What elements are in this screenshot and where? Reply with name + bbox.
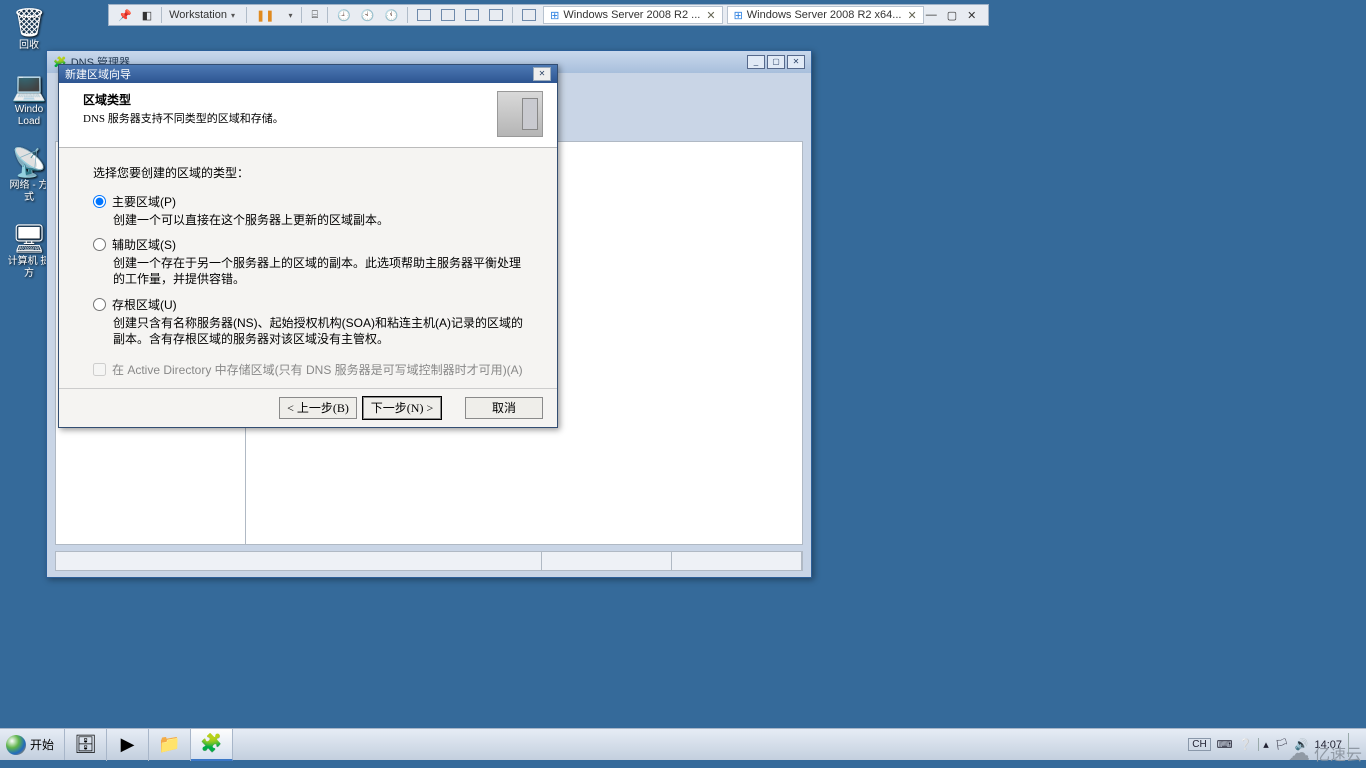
view-3-icon[interactable]: [461, 6, 483, 24]
vmware-toolbar: 📌 ◧ Workstation ❚❚ ⌸ 🕘 🕙 🕚 ⊞ Windows Ser…: [108, 4, 989, 26]
view-2-icon[interactable]: [437, 6, 459, 24]
power-dropdown[interactable]: [280, 6, 296, 24]
desktop-icon-label: 回收: [19, 40, 39, 52]
minimize-icon[interactable]: _: [747, 55, 765, 69]
wizard-header-subtitle: DNS 服务器支持不同类型的区域和存储。: [83, 113, 284, 125]
radio-label: 主要区域(P): [112, 193, 176, 210]
radio-stub-zone[interactable]: [93, 298, 106, 311]
radio-primary-zone[interactable]: [93, 195, 106, 208]
vm-tab-windows-icon: ⊞: [734, 9, 743, 22]
view-1-icon[interactable]: [413, 6, 435, 24]
cloud-icon: [1288, 740, 1310, 766]
watermark: 亿速云: [1288, 740, 1362, 766]
quick-launch: 🗄 ▶ 📁 🧩: [65, 729, 233, 760]
tray-keyboard-icon[interactable]: ⌨: [1217, 738, 1233, 751]
wizard-header: 区域类型 DNS 服务器支持不同类型的区域和存储。: [59, 83, 557, 148]
vm-home-icon[interactable]: ◧: [138, 6, 156, 24]
quick-powershell[interactable]: ▶: [107, 729, 149, 761]
zone-type-primary: 主要区域(P) 创建一个可以直接在这个服务器上更新的区域副本。: [93, 193, 523, 228]
checkbox-label: 在 Active Directory 中存储区域(只有 DNS 服务器是可写域控…: [112, 361, 523, 378]
network-icon: 📡: [13, 146, 45, 178]
pin-icon[interactable]: 📌: [114, 6, 136, 24]
close-tab-icon[interactable]: ✕: [706, 9, 715, 22]
close-tab-icon[interactable]: ✕: [907, 9, 916, 22]
tray-help-icon[interactable]: ❔: [1239, 738, 1253, 751]
separator: [246, 7, 247, 23]
snapshot-revert-icon[interactable]: 🕙: [357, 6, 379, 24]
view-5-icon[interactable]: [518, 6, 540, 24]
snapshot-icon[interactable]: 🕘: [333, 6, 355, 24]
radio-secondary-zone[interactable]: [93, 238, 106, 251]
new-zone-wizard-dialog: 新建区域向导 ✕ 区域类型 DNS 服务器支持不同类型的区域和存储。 选择您要创…: [58, 64, 558, 428]
workstation-dropdown[interactable]: Workstation: [167, 6, 241, 24]
vm-tab-2[interactable]: ⊞ Windows Server 2008 R2 x64... ✕: [727, 6, 924, 24]
vm-tab-label: Windows Server 2008 R2 ...: [563, 9, 700, 21]
minimize-icon[interactable]: —: [926, 9, 937, 22]
radio-label: 辅助区域(S): [112, 236, 176, 253]
zone-type-stub: 存根区域(U) 创建只含有名称服务器(NS)、起始授权机构(SOA)和粘连主机(…: [93, 296, 523, 347]
radio-description: 创建一个存在于另一个服务器上的区域的副本。此选项帮助主服务器平衡处理的工作量，并…: [113, 255, 523, 287]
server-graphic-icon: [497, 91, 543, 137]
wizard-titlebar[interactable]: 新建区域向导 ✕: [59, 65, 557, 83]
wizard-header-title: 区域类型: [83, 91, 284, 108]
separator: [407, 7, 408, 23]
desktop-icon-recycle[interactable]: 🗑 回收: [6, 6, 52, 52]
maximize-icon[interactable]: ▢: [947, 9, 957, 22]
vm-tab-1[interactable]: ⊞ Windows Server 2008 R2 ... ✕: [543, 6, 722, 24]
back-button[interactable]: < 上一步(B): [279, 397, 357, 419]
vm-tab-label: Windows Server 2008 R2 x64...: [747, 9, 902, 21]
windows-loader-icon: 💻: [13, 70, 45, 102]
snapshot-manager-icon[interactable]: 🕚: [380, 6, 402, 24]
status-bar: [55, 551, 803, 571]
ime-indicator[interactable]: CH: [1188, 738, 1210, 751]
pause-icon[interactable]: ❚❚: [252, 6, 278, 24]
tray-flag-icon[interactable]: 🏳: [1275, 738, 1289, 751]
separator: [327, 7, 328, 23]
taskbar-item-dns-manager[interactable]: 🧩: [191, 729, 233, 761]
close-icon[interactable]: ✕: [967, 9, 976, 22]
quick-explorer[interactable]: 📁: [149, 729, 191, 761]
zone-type-secondary: 辅助区域(S) 创建一个存在于另一个服务器上的区域的副本。此选项帮助主服务器平衡…: [93, 236, 523, 287]
wizard-footer: < 上一步(B) 下一步(N) > 取消: [59, 388, 557, 427]
computer-icon: 🖥: [13, 222, 45, 254]
vm-window-controls: — ▢ ✕: [926, 9, 985, 22]
watermark-text: 亿速云: [1314, 741, 1362, 765]
wizard-title: 新建区域向导: [65, 66, 131, 82]
ad-store-option: 在 Active Directory 中存储区域(只有 DNS 服务器是可写域控…: [93, 361, 523, 378]
checkbox-store-in-ad: [93, 363, 106, 376]
radio-description: 创建一个可以直接在这个服务器上更新的区域副本。: [113, 212, 523, 228]
quick-server-manager[interactable]: 🗄: [65, 729, 107, 761]
next-button[interactable]: 下一步(N) >: [363, 397, 441, 419]
separator: [301, 7, 302, 23]
send-keys-icon[interactable]: ⌸: [307, 6, 322, 24]
wizard-body: 选择您要创建的区域的类型： 主要区域(P) 创建一个可以直接在这个服务器上更新的…: [59, 148, 557, 388]
radio-description: 创建只含有名称服务器(NS)、起始授权机构(SOA)和粘连主机(A)记录的区域的…: [113, 315, 523, 347]
maximize-icon[interactable]: ▢: [767, 55, 785, 69]
close-icon[interactable]: ✕: [787, 55, 805, 69]
close-icon[interactable]: ✕: [533, 67, 551, 81]
recycle-bin-icon: 🗑: [13, 6, 45, 38]
taskbar: 开始 🗄 ▶ 📁 🧩 CH ⌨ ❔ ▴ 🏳 🔊 14:07: [0, 728, 1366, 760]
tray-collapse-icon[interactable]: ▴: [1258, 738, 1269, 751]
separator: [512, 7, 513, 23]
cancel-button[interactable]: 取消: [465, 397, 543, 419]
separator: [161, 7, 162, 23]
wizard-prompt: 选择您要创建的区域的类型：: [93, 164, 523, 181]
vm-tab-windows-icon: ⊞: [550, 9, 559, 22]
start-label: 开始: [30, 736, 54, 753]
view-4-icon[interactable]: [485, 6, 507, 24]
start-orb-icon: [6, 735, 26, 755]
radio-label: 存根区域(U): [112, 296, 177, 313]
start-button[interactable]: 开始: [0, 729, 65, 760]
